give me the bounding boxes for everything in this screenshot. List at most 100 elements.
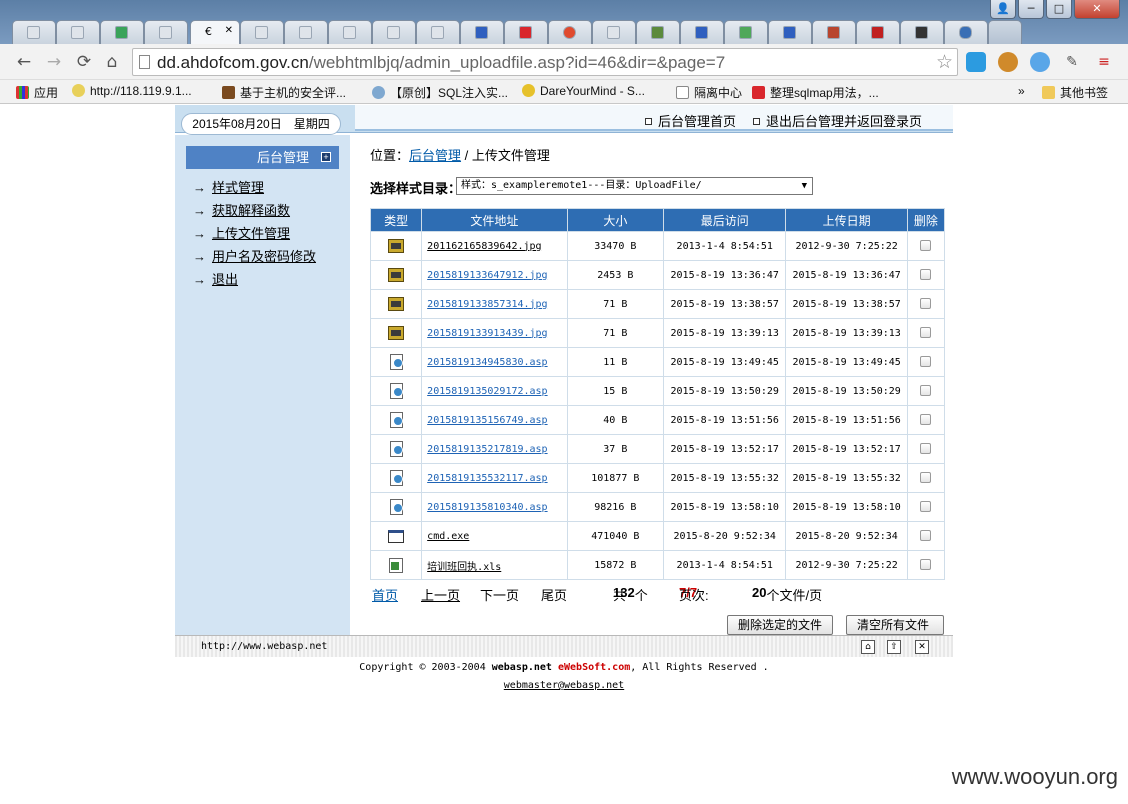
sidebar-item-label[interactable]: 退出 bbox=[212, 272, 238, 287]
back-button[interactable]: ← bbox=[14, 52, 34, 72]
address-bar[interactable]: dd.ahdofcom.gov.cn/webhtmlbjq/admin_uplo… bbox=[132, 48, 958, 76]
browser-tab[interactable] bbox=[636, 20, 680, 44]
admin-home-link[interactable]: 后台管理首页 bbox=[645, 111, 736, 130]
extension-icon[interactable] bbox=[1030, 52, 1050, 72]
sidebar-item-label[interactable]: 样式管理 bbox=[212, 180, 264, 195]
browser-tab[interactable] bbox=[100, 20, 144, 44]
browser-tab[interactable] bbox=[12, 20, 56, 44]
style-dir-select[interactable]: 样式：s_exampleremote1---目录：UploadFile/ ▼ bbox=[456, 177, 813, 195]
delete-checkbox[interactable] bbox=[920, 385, 932, 397]
other-bookmarks-folder[interactable]: 其他书签 bbox=[1042, 84, 1108, 101]
forward-button[interactable]: → bbox=[44, 52, 64, 72]
delete-checkbox[interactable] bbox=[920, 269, 932, 281]
asp-file-icon bbox=[389, 499, 403, 515]
home-button[interactable]: ⌂ bbox=[102, 52, 122, 72]
browser-tab[interactable] bbox=[240, 20, 284, 44]
browser-tab[interactable] bbox=[768, 20, 812, 44]
delete-checkbox[interactable] bbox=[920, 414, 932, 426]
browser-tab[interactable] bbox=[548, 20, 592, 44]
delete-checkbox[interactable] bbox=[920, 298, 932, 310]
browser-tab[interactable] bbox=[680, 20, 724, 44]
prev-page-link[interactable]: 上一页 bbox=[421, 585, 460, 604]
bookmark-item[interactable]: 隔离中心 bbox=[676, 84, 742, 101]
logout-link[interactable]: 退出后台管理并返回登录页 bbox=[753, 111, 922, 130]
browser-tab[interactable] bbox=[504, 20, 548, 44]
file-link[interactable]: 2015819133857314.jpg bbox=[427, 299, 547, 310]
menu-icon[interactable]: ≡ bbox=[1094, 52, 1114, 72]
sidebar-item-upload[interactable]: → 上传文件管理 bbox=[193, 223, 290, 242]
close-tab-icon[interactable]: ✕ bbox=[225, 25, 233, 36]
browser-tab[interactable] bbox=[460, 20, 504, 44]
file-link[interactable]: 201162165839642.jpg bbox=[427, 241, 541, 252]
browser-tab[interactable] bbox=[144, 20, 188, 44]
delete-checkbox[interactable] bbox=[920, 472, 932, 484]
home-icon[interactable]: ⌂ bbox=[861, 640, 875, 654]
url-text[interactable]: dd.ahdofcom.gov.cn/webhtmlbjq/admin_uplo… bbox=[157, 53, 725, 73]
file-link[interactable]: 2015819135532117.asp bbox=[427, 473, 547, 484]
close-icon[interactable]: ✕ bbox=[915, 640, 929, 654]
browser-tab[interactable] bbox=[328, 20, 372, 44]
first-page-link[interactable]: 首页 bbox=[372, 585, 398, 604]
file-link[interactable]: 2015819133647912.jpg bbox=[427, 270, 547, 281]
top-icon[interactable]: ⇧ bbox=[887, 640, 901, 654]
bookmark-apps[interactable]: 应用 bbox=[16, 84, 58, 101]
bookmark-item[interactable]: 整理sqlmap用法，... bbox=[752, 84, 879, 101]
file-link[interactable]: 培训班回执.xls bbox=[427, 562, 501, 573]
email-link[interactable]: webmaster@webasp.net bbox=[504, 680, 624, 691]
browser-tab[interactable] bbox=[900, 20, 944, 44]
sidebar-item-functions[interactable]: → 获取解释函数 bbox=[193, 200, 290, 219]
delete-checkbox[interactable] bbox=[920, 559, 932, 571]
delete-checkbox[interactable] bbox=[920, 530, 932, 542]
delete-checkbox[interactable] bbox=[920, 501, 932, 513]
file-link[interactable]: cmd.exe bbox=[427, 531, 469, 542]
delete-checkbox[interactable] bbox=[920, 443, 932, 455]
file-link[interactable]: 2015819134945830.asp bbox=[427, 357, 547, 368]
file-link[interactable]: 2015819135810340.asp bbox=[427, 502, 547, 513]
clear-all-button[interactable]: 清空所有文件 bbox=[846, 615, 944, 635]
bookmarks-more-button[interactable]: » bbox=[1018, 84, 1025, 98]
delete-checkbox[interactable] bbox=[920, 356, 932, 368]
delete-selected-button[interactable]: 删除选定的文件 bbox=[727, 615, 834, 635]
delete-checkbox[interactable] bbox=[920, 240, 932, 252]
bookmark-star-icon[interactable]: ☆ bbox=[936, 51, 953, 73]
browser-tab[interactable] bbox=[812, 20, 856, 44]
page-icon bbox=[607, 26, 620, 39]
minimize-button[interactable]: ─ bbox=[1018, 0, 1044, 19]
user-icon[interactable]: 👤 bbox=[990, 0, 1016, 19]
expand-icon[interactable]: + bbox=[321, 152, 331, 162]
file-link[interactable]: 2015819133913439.jpg bbox=[427, 328, 547, 339]
sidebar-item-password[interactable]: → 用户名及密码修改 bbox=[193, 246, 316, 265]
extension-icon[interactable] bbox=[966, 52, 986, 72]
close-button[interactable]: ✕ bbox=[1074, 0, 1120, 19]
webmaster-email[interactable]: webmaster@webasp.net bbox=[175, 680, 953, 691]
bookmark-item[interactable]: 【原创】SQL注入实... bbox=[372, 84, 508, 101]
pen-icon[interactable]: ✎ bbox=[1062, 52, 1082, 72]
browser-tab-active[interactable]: € ✕ bbox=[190, 20, 240, 44]
browser-tab[interactable] bbox=[56, 20, 100, 44]
delete-checkbox[interactable] bbox=[920, 327, 932, 339]
browser-tab[interactable] bbox=[724, 20, 768, 44]
sidebar-item-label[interactable]: 上传文件管理 bbox=[212, 226, 290, 241]
sidebar-header[interactable]: 后台管理 + bbox=[186, 146, 339, 169]
sidebar-item-label[interactable]: 用户名及密码修改 bbox=[212, 249, 316, 264]
file-link[interactable]: 2015819135156749.asp bbox=[427, 415, 547, 426]
bookmark-item[interactable]: http://118.119.9.1... bbox=[72, 84, 192, 98]
browser-tab[interactable] bbox=[416, 20, 460, 44]
browser-tab[interactable] bbox=[372, 20, 416, 44]
file-link[interactable]: 2015819135217819.asp bbox=[427, 444, 547, 455]
cookie-icon[interactable] bbox=[998, 52, 1018, 72]
bookmark-item[interactable]: DareYourMind - S... bbox=[522, 84, 645, 98]
browser-tab[interactable] bbox=[592, 20, 636, 44]
browser-tab[interactable] bbox=[856, 20, 900, 44]
sidebar-item-exit[interactable]: → 退出 bbox=[193, 269, 238, 288]
sidebar-item-style[interactable]: → 样式管理 bbox=[193, 177, 264, 196]
sidebar-item-label[interactable]: 获取解释函数 bbox=[212, 203, 290, 218]
breadcrumb-link[interactable]: 后台管理 bbox=[409, 148, 461, 163]
browser-tab[interactable] bbox=[944, 20, 988, 44]
file-link[interactable]: 2015819135029172.asp bbox=[427, 386, 547, 397]
browser-tab[interactable] bbox=[284, 20, 328, 44]
reload-button[interactable]: ⟳ bbox=[74, 52, 94, 72]
maximize-button[interactable]: □ bbox=[1046, 0, 1072, 19]
new-tab-button[interactable] bbox=[988, 20, 1022, 44]
bookmark-item[interactable]: 基于主机的安全评... bbox=[222, 84, 346, 101]
